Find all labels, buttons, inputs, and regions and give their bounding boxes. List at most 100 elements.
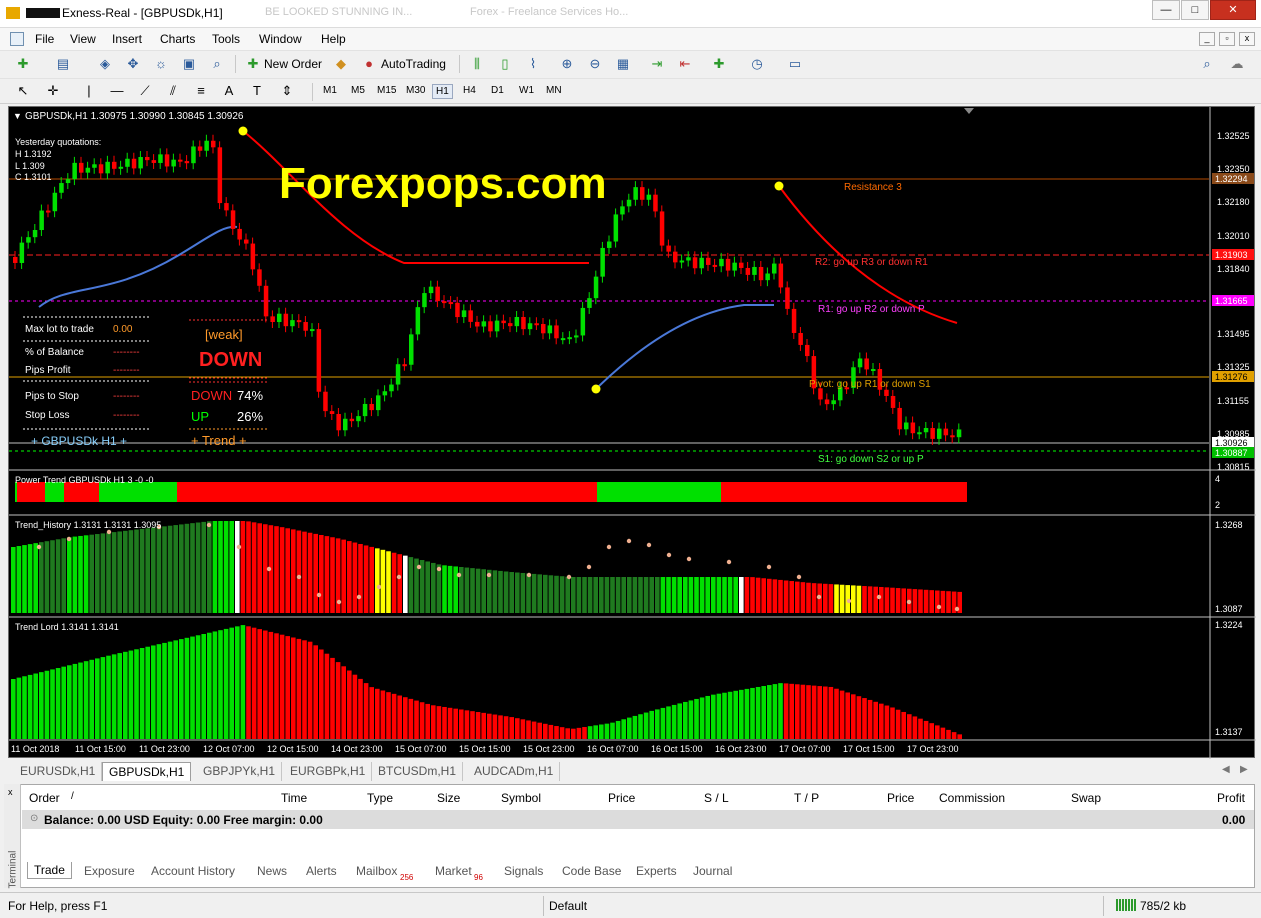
timeframe-mn[interactable]: MN	[543, 84, 565, 97]
tab-exposure[interactable]: Exposure	[84, 864, 135, 878]
chart-window[interactable]: ▼ GBPUSDk,H1 1.30975 1.30990 1.30845 1.3…	[8, 106, 1256, 759]
new-order-icon[interactable]: ✚	[244, 55, 262, 73]
trend-history-bar	[212, 521, 218, 613]
periods-icon[interactable]: ◷	[748, 55, 766, 73]
tab-mailbox[interactable]: Mailbox	[356, 864, 397, 878]
autotrading-icon[interactable]: ●	[360, 55, 378, 73]
maximize-button[interactable]: □	[1181, 0, 1209, 20]
chart-tab-gbpjpyk[interactable]: GBPJPYk,H1	[197, 762, 283, 781]
menu-insert[interactable]: Insert	[112, 32, 142, 46]
chart-shift-icon[interactable]: ⇤	[676, 55, 694, 73]
chart-tab-gbpusdk[interactable]: GBPUSDk,H1	[102, 762, 192, 781]
tab-signals[interactable]: Signals	[504, 864, 543, 878]
strategy-tester-icon[interactable]: ⌕	[208, 55, 226, 73]
col-price[interactable]: Price	[608, 791, 635, 805]
tab-news[interactable]: News	[257, 864, 287, 878]
cursor-icon[interactable]: ↖	[14, 82, 32, 100]
trendline-icon[interactable]: ⟋	[136, 82, 154, 100]
collapse-icon[interactable]: ▼	[13, 111, 22, 121]
tile-windows-icon[interactable]: ▦	[614, 55, 632, 73]
mdi-restore-button[interactable]: ▫	[1219, 32, 1235, 46]
search-icon[interactable]: ⌕	[1198, 55, 1216, 73]
tab-market[interactable]: Market	[435, 864, 472, 878]
bar-chart-icon[interactable]: ⫼	[468, 55, 486, 73]
col-sl[interactable]: S / L	[704, 791, 729, 805]
arrows-icon[interactable]: ⇕	[278, 82, 296, 100]
timeframe-m30[interactable]: M30	[403, 84, 428, 97]
col-profit[interactable]: Profit	[1217, 791, 1245, 805]
minimize-button[interactable]: —	[1152, 0, 1180, 20]
menu-view[interactable]: View	[70, 32, 96, 46]
menu-help[interactable]: Help	[321, 32, 346, 46]
candle-body	[501, 320, 506, 324]
col-commission[interactable]: Commission	[939, 791, 1005, 805]
tab-journal[interactable]: Journal	[693, 864, 732, 878]
col-tp[interactable]: T / P	[794, 791, 819, 805]
col-swap[interactable]: Swap	[1071, 791, 1101, 805]
market-watch-icon[interactable]: ◈	[96, 55, 114, 73]
terminal-close-icon[interactable]: x	[8, 787, 13, 797]
tab-experts[interactable]: Experts	[636, 864, 677, 878]
tab-trade[interactable]: Trade	[27, 862, 72, 879]
chart-shift-marker[interactable]	[964, 108, 974, 114]
templates-icon[interactable]: ▭	[786, 55, 804, 73]
data-window-icon[interactable]: ✥	[124, 55, 142, 73]
chart-tab-audcadm[interactable]: AUDCADm,H1	[468, 762, 561, 781]
tab-alerts[interactable]: Alerts	[306, 864, 337, 878]
mdi-close-button[interactable]: x	[1239, 32, 1255, 46]
trend-lord-bar	[806, 685, 811, 739]
indicators-icon[interactable]: ✚	[710, 55, 728, 73]
new-order-button[interactable]: New Order	[264, 57, 322, 71]
zoom-out-icon[interactable]: ⊖	[586, 55, 604, 73]
menu-file[interactable]: File	[35, 32, 54, 46]
col-order[interactable]: Order	[29, 791, 60, 805]
status-profile[interactable]: Default	[549, 899, 587, 913]
timeframe-m1[interactable]: M1	[320, 84, 340, 97]
col-type[interactable]: Type	[367, 791, 393, 805]
col-time[interactable]: Time	[281, 791, 307, 805]
text-icon[interactable]: A	[220, 82, 238, 100]
fibonacci-icon[interactable]: ≡	[192, 82, 210, 100]
trend-lord-bar	[565, 728, 570, 739]
col-symbol[interactable]: Symbol	[501, 791, 541, 805]
chat-icon[interactable]: ☁	[1228, 55, 1246, 73]
menu-window[interactable]: Window	[259, 32, 302, 46]
line-chart-icon[interactable]: ⌇	[524, 55, 542, 73]
tab-account-history[interactable]: Account History	[151, 864, 235, 878]
tab-scroll-right-icon[interactable]: ▶	[1240, 764, 1248, 775]
col-close-price[interactable]: Price	[887, 791, 914, 805]
crosshair-icon[interactable]: ✛	[44, 82, 62, 100]
autoscroll-icon[interactable]: ⇥	[648, 55, 666, 73]
timeframe-m15[interactable]: M15	[374, 84, 399, 97]
menu-tools[interactable]: Tools	[212, 32, 240, 46]
chart-tab-eurusdk[interactable]: EURUSDk,H1	[14, 762, 103, 781]
balance-row[interactable]: ⊙ Balance: 0.00 USD Equity: 0.00 Free ma…	[22, 810, 1254, 829]
menu-charts[interactable]: Charts	[160, 32, 195, 46]
candlestick-icon[interactable]: ▯	[496, 55, 514, 73]
timeframe-h4[interactable]: H4	[460, 84, 479, 97]
mdi-minimize-button[interactable]: _	[1199, 32, 1215, 46]
trend-history-dot	[416, 564, 422, 570]
timeframe-h1[interactable]: H1	[432, 84, 453, 99]
metaeditor-icon[interactable]: ◆	[332, 55, 350, 73]
timeframe-d1[interactable]: D1	[488, 84, 507, 97]
col-size[interactable]: Size	[437, 791, 460, 805]
zoom-in-icon[interactable]: ⊕	[558, 55, 576, 73]
autotrading-button[interactable]: AutoTrading	[381, 57, 446, 71]
tab-code-base[interactable]: Code Base	[562, 864, 621, 878]
tab-scroll-left-icon[interactable]: ◀	[1222, 764, 1230, 775]
horizontal-line-icon[interactable]: —	[108, 82, 126, 100]
close-button[interactable]: ✕	[1210, 0, 1256, 20]
vertical-line-icon[interactable]: |	[80, 82, 98, 100]
equidistant-channel-icon[interactable]: ⫽	[164, 82, 182, 100]
terminal-icon[interactable]: ▣	[180, 55, 198, 73]
profiles-icon[interactable]: ▤	[54, 55, 72, 73]
navigator-icon[interactable]: ☼	[152, 55, 170, 73]
text-label-icon[interactable]: T	[248, 82, 266, 100]
chart-tab-eurgbpk[interactable]: EURGBPk,H1	[284, 762, 373, 781]
chart-tab-btcusdm[interactable]: BTCUSDm,H1	[372, 762, 464, 781]
new-chart-icon[interactable]: ✚	[14, 55, 32, 73]
timeframe-m5[interactable]: M5	[348, 84, 368, 97]
chart-canvas[interactable]: ▼ GBPUSDk,H1 1.30975 1.30990 1.30845 1.3…	[9, 107, 1256, 759]
timeframe-w1[interactable]: W1	[516, 84, 537, 97]
